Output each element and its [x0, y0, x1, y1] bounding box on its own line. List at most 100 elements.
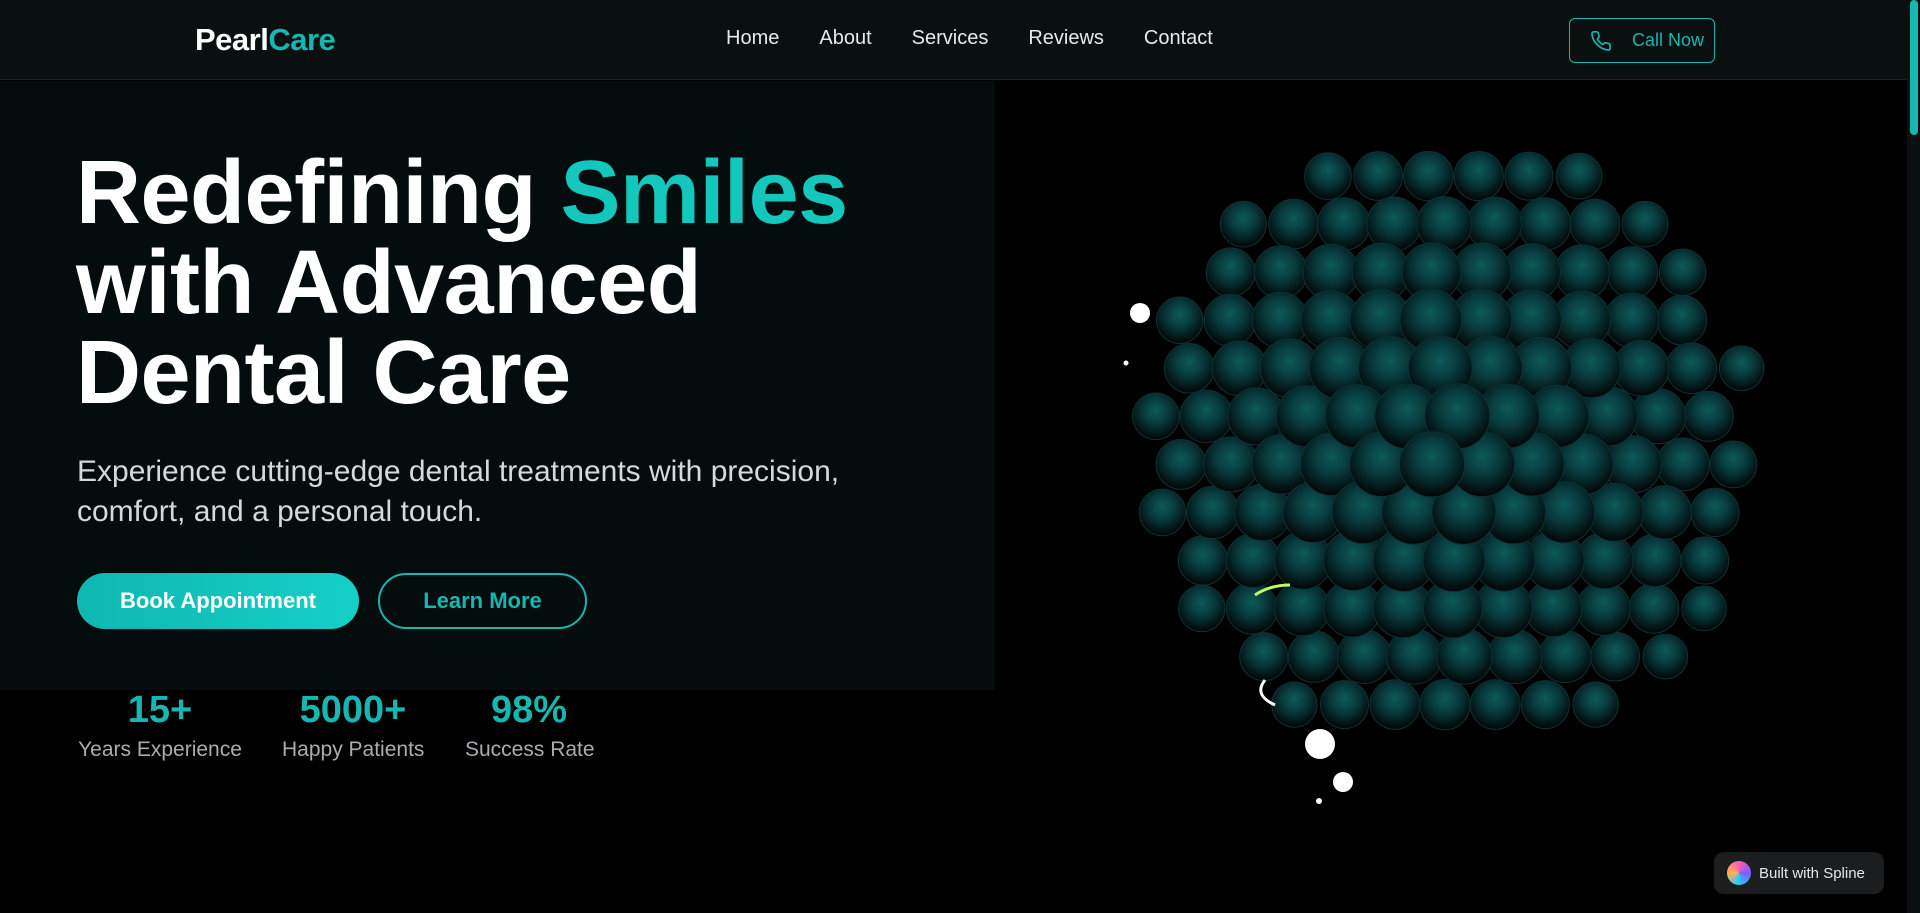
sphere-ball	[1613, 340, 1670, 397]
main-nav: Home About Services Reviews Contact	[726, 27, 1253, 50]
sphere-ball	[1336, 629, 1392, 684]
sphere-ball	[1621, 200, 1669, 248]
nav-about[interactable]: About	[819, 27, 871, 50]
sphere-ball	[1453, 150, 1504, 202]
book-appointment-button[interactable]: Book Appointment	[77, 573, 359, 629]
sphere-ball	[1683, 390, 1734, 442]
sphere-ball	[1665, 342, 1718, 395]
sphere-ball	[1366, 196, 1422, 252]
sphere-ball	[1487, 629, 1543, 685]
stat-value: 98%	[490, 689, 568, 731]
sphere-ball	[1656, 437, 1710, 492]
sphere-ball	[1253, 245, 1308, 300]
sphere-ball	[1219, 200, 1267, 248]
nav-contact[interactable]: Contact	[1144, 27, 1213, 50]
sphere-ball	[1369, 679, 1421, 730]
sphere-ball	[1520, 680, 1570, 730]
sphere-ball	[1628, 533, 1682, 588]
sphere-ball	[1630, 388, 1687, 445]
sphere-ball	[1353, 151, 1404, 201]
sphere-ball	[1718, 345, 1765, 392]
sphere-ball	[1225, 533, 1281, 588]
headline-line3: Dental Care	[76, 323, 571, 423]
sphere-ball	[1590, 631, 1641, 682]
phone-icon	[1591, 30, 1611, 51]
sphere-ball	[1271, 681, 1318, 728]
sphere-ball	[1419, 679, 1471, 731]
sphere-ball	[1186, 485, 1240, 539]
built-with-spline-badge[interactable]: Built with Spline	[1714, 852, 1884, 894]
sphere-ball	[1155, 296, 1204, 344]
headline-part1: Redefining	[76, 143, 561, 243]
sphere-ball	[1658, 248, 1707, 296]
sphere-ball	[1138, 488, 1187, 537]
sphere-ball	[1656, 294, 1708, 346]
badge-label: Built with Spline	[1759, 864, 1865, 882]
call-now-label: Call Now	[1632, 30, 1705, 50]
sphere-ball	[1681, 585, 1727, 632]
sphere-ball	[1203, 293, 1257, 347]
headline-accent: Smiles	[560, 143, 849, 243]
sphere-ball	[1399, 431, 1465, 498]
headline-line2: with Advanced	[76, 233, 702, 333]
sphere-ball	[1163, 343, 1215, 394]
site-header: PearlCare Home About Services Reviews Co…	[0, 0, 1907, 80]
sphere-ball	[1320, 680, 1369, 730]
sphere-ball	[1178, 584, 1226, 633]
sphere-ball	[1628, 583, 1680, 634]
sphere-ball	[1604, 292, 1660, 348]
sphere-ball	[1466, 196, 1522, 252]
hero-subtext: Experience cutting-edge dental treatment…	[77, 455, 840, 528]
logo-part-pearl: Pearl	[195, 22, 269, 57]
stat-label: Success Rate	[465, 738, 595, 761]
sphere-ball	[1179, 389, 1233, 443]
spline-logo-icon	[1727, 861, 1751, 885]
stat-label: Years Experience	[78, 738, 242, 761]
sphere-ball	[1226, 582, 1278, 635]
sphere-ball	[1575, 531, 1634, 590]
scrollbar-thumb[interactable]	[1910, 0, 1918, 135]
sphere-ball	[1517, 197, 1572, 251]
sphere-ball	[1177, 535, 1229, 586]
nav-home[interactable]: Home	[726, 27, 779, 50]
sphere-ball	[1251, 291, 1309, 349]
sphere-ball	[1555, 152, 1603, 200]
sphere-ball	[1637, 485, 1692, 540]
sphere-ball	[1606, 246, 1659, 299]
stat-value: 5000+	[299, 689, 407, 731]
sphere-ball	[1681, 536, 1730, 585]
sphere-ball	[1132, 392, 1180, 441]
sphere-ball	[1205, 247, 1256, 297]
sphere-ball	[1504, 151, 1554, 201]
logo-part-care: Care	[268, 22, 336, 57]
sphere-ball	[1268, 198, 1319, 250]
sphere-ball	[1304, 152, 1352, 200]
stat-success: 98% Success Rate	[465, 688, 595, 762]
stat-value: 15+	[127, 689, 193, 731]
sphere-cluster-graphic	[1123, 150, 1765, 804]
stat-label: Happy Patients	[282, 738, 425, 761]
sphere-ball	[1576, 581, 1631, 636]
sphere-ball	[1709, 440, 1758, 489]
sphere-ball	[1569, 198, 1621, 250]
sphere-ball	[1155, 439, 1207, 490]
sphere-ball	[1642, 633, 1689, 680]
scrollbar-track[interactable]	[1907, 0, 1920, 913]
sphere-ball	[1317, 197, 1371, 251]
stat-patients: 5000+ Happy Patients	[282, 688, 424, 762]
learn-more-button[interactable]: Learn More	[378, 573, 587, 629]
sphere-ball	[1469, 679, 1521, 730]
sphere-ball	[1403, 150, 1454, 202]
logo[interactable]: PearlCare	[195, 22, 336, 58]
sphere-ball	[1203, 436, 1260, 493]
spline-3d-scene[interactable]	[1100, 120, 1800, 820]
sphere-ball	[1287, 630, 1341, 683]
sphere-ball	[1538, 630, 1592, 684]
nav-services[interactable]: Services	[912, 27, 989, 50]
sphere-ball	[1572, 681, 1619, 728]
sphere-ball	[1690, 487, 1740, 537]
call-now-button[interactable]: Call Now	[1569, 18, 1715, 63]
stat-years: 15+ Years Experience	[77, 688, 243, 762]
sphere-ball	[1239, 632, 1289, 682]
nav-reviews[interactable]: Reviews	[1028, 27, 1104, 50]
